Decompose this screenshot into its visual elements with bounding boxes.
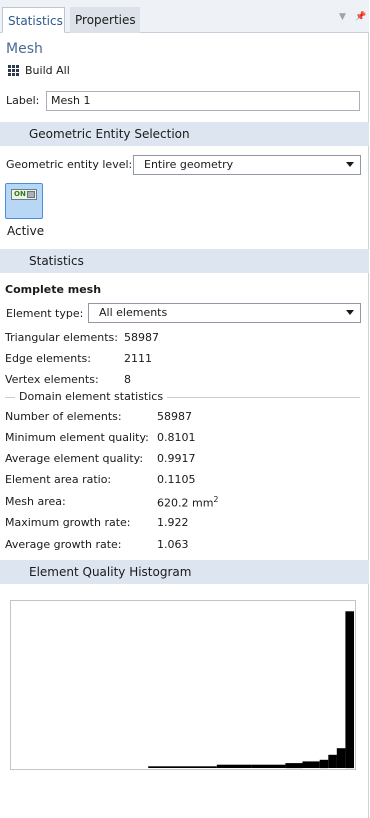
average-element-quality-label: Average element quality: <box>5 452 144 465</box>
mesh-area-value: 620.2 mm2 <box>157 495 219 510</box>
chevron-down-icon <box>346 162 354 167</box>
build-all-icon <box>8 64 19 76</box>
label-caption: Label: <box>6 94 40 107</box>
toggle-on-icon: ON <box>11 189 37 200</box>
histogram-bar <box>319 759 329 769</box>
element-type-label: Element type: <box>6 307 84 320</box>
section-geometric-entity-selection[interactable]: Geometric Entity Selection <box>0 122 369 146</box>
mesh-area-exponent: 2 <box>213 495 219 504</box>
active-label: Active <box>7 224 45 238</box>
average-growth-rate-label: Average growth rate: <box>5 538 122 551</box>
node-title: Mesh <box>6 41 43 57</box>
average-growth-rate-value: 1.063 <box>157 538 189 551</box>
minimum-element-quality-label: Minimum element quality: <box>5 431 149 444</box>
mesh-statistics-panel: Statistics Properties ▼ 📌 Mesh Build All… <box>0 0 369 818</box>
histogram-bar <box>285 763 303 769</box>
histogram-bar <box>302 761 320 768</box>
maximum-growth-rate-label: Maximum growth rate: <box>5 516 131 529</box>
dropdown-menu-icon[interactable]: ▼ <box>339 12 346 22</box>
number-of-elements-value: 58987 <box>157 410 192 423</box>
tab-statistics[interactable]: Statistics <box>2 7 65 33</box>
histogram-bar <box>148 766 183 768</box>
triangular-elements-label: Triangular elements: <box>5 331 118 344</box>
histogram-bar <box>251 764 286 768</box>
section-statistics[interactable]: Statistics <box>0 249 369 273</box>
build-all-label: Build All <box>25 63 70 77</box>
element-type-value: All elements <box>99 306 168 319</box>
geometric-entity-level-value: Entire geometry <box>144 158 234 171</box>
histogram-bar <box>336 748 346 768</box>
triangular-elements-value: 58987 <box>124 331 159 344</box>
maximum-growth-rate-value: 1.922 <box>157 516 189 529</box>
mesh-area-number: 620.2 mm <box>157 496 214 510</box>
vertex-elements-value: 8 <box>124 373 131 386</box>
build-all-button[interactable]: Build All <box>8 62 70 78</box>
vertex-elements-label: Vertex elements: <box>5 373 99 386</box>
element-type-select[interactable]: All elements <box>88 303 361 323</box>
toggle-on-text: ON <box>14 190 26 198</box>
histogram-bar <box>345 611 354 769</box>
geometric-entity-level-label: Geometric entity level: <box>6 158 133 171</box>
average-element-quality-value: 0.9917 <box>157 452 196 465</box>
element-area-ratio-value: 0.1105 <box>157 473 196 486</box>
histogram-bar <box>216 764 252 768</box>
tab-strip: Statistics Properties ▼ 📌 <box>0 0 369 33</box>
histogram-plot <box>148 611 354 769</box>
tab-properties[interactable]: Properties <box>70 7 140 33</box>
pin-icon[interactable]: 📌 <box>355 12 366 22</box>
chevron-down-icon <box>346 310 354 315</box>
element-quality-histogram <box>10 600 356 770</box>
mesh-area-label: Mesh area: <box>5 495 66 508</box>
active-toggle-button[interactable]: ON <box>5 183 43 219</box>
domain-element-statistics-heading: Domain element statistics <box>15 390 168 403</box>
histogram-bar <box>182 766 217 768</box>
geometric-entity-level-select[interactable]: Entire geometry <box>133 155 361 175</box>
element-area-ratio-label: Element area ratio: <box>5 473 112 486</box>
minimum-element-quality-value: 0.8101 <box>157 431 196 444</box>
number-of-elements-label: Number of elements: <box>5 410 122 423</box>
label-input[interactable]: Mesh 1 <box>46 91 360 111</box>
histogram-bar <box>328 754 337 768</box>
edge-elements-label: Edge elements: <box>5 352 91 365</box>
section-element-quality-histogram[interactable]: Element Quality Histogram <box>0 560 369 584</box>
complete-mesh-heading: Complete mesh <box>5 283 102 296</box>
edge-elements-value: 2111 <box>124 352 152 365</box>
